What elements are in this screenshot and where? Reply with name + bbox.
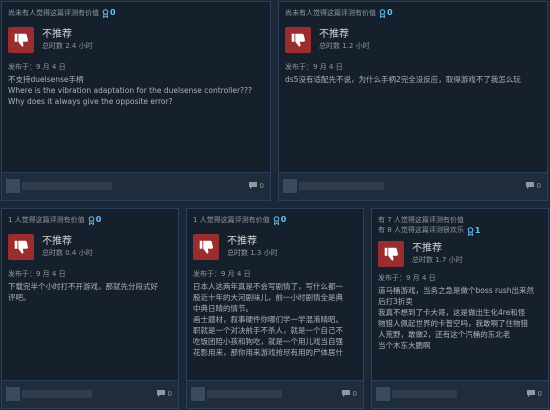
verdict-title: 不推荐 bbox=[412, 243, 442, 254]
username-blurred[interactable] bbox=[207, 390, 282, 398]
award-button[interactable]: 0 bbox=[88, 215, 101, 225]
helpful-count: 1 人觉得这篇评测有价值 0 bbox=[193, 215, 287, 225]
text-fade bbox=[372, 364, 548, 380]
comment-icon bbox=[341, 390, 350, 397]
avatar[interactable] bbox=[6, 179, 20, 193]
username-blurred[interactable] bbox=[299, 182, 384, 190]
thumbs-down-icon bbox=[193, 234, 219, 260]
review-verdict[interactable]: 不推荐 总时数 1.7 小时 bbox=[378, 241, 542, 267]
comment-icon bbox=[526, 390, 535, 397]
text-fade bbox=[187, 364, 363, 380]
award-button[interactable]: 0 bbox=[102, 8, 116, 18]
helpful-count: 尚未有人觉得这篇评测有价值 0 bbox=[8, 8, 116, 18]
award-button[interactable]: 0 bbox=[273, 215, 286, 225]
posted-date: 发布于：9 月 4 日 bbox=[8, 63, 66, 71]
review-verdict[interactable]: 不推荐 总时数 1.3 小时 bbox=[193, 234, 357, 260]
username-blurred[interactable] bbox=[392, 390, 457, 398]
verdict-title: 不推荐 bbox=[227, 236, 257, 247]
award-icon bbox=[467, 226, 474, 236]
username-blurred[interactable] bbox=[22, 390, 92, 398]
comment-count[interactable]: 0 bbox=[526, 389, 542, 398]
playtime-hours: 总时数 1.2 小时 bbox=[319, 42, 370, 50]
review-card: 1 人觉得这篇评测有价值 0 不推荐 总时数 0.4 小时 发布于：9 月 4 … bbox=[1, 208, 179, 409]
review-footer: 0 bbox=[372, 380, 548, 408]
comment-icon bbox=[156, 390, 165, 397]
review-verdict[interactable]: 不推荐 总时数 0.4 小时 bbox=[8, 234, 172, 260]
posted-date: 发布于：9 月 4 日 bbox=[285, 63, 343, 71]
helpful-count: 1 人觉得这篇评测有价值 0 bbox=[8, 215, 102, 225]
review-verdict[interactable]: 不推荐 总时数 1.2 小时 bbox=[285, 27, 541, 53]
posted-date: 发布于：9 月 4 日 bbox=[378, 274, 436, 282]
review-footer: 0 bbox=[2, 380, 178, 408]
award-button[interactable]: 1 bbox=[467, 226, 480, 236]
thumbs-down-icon bbox=[285, 27, 311, 53]
posted-date: 发布于：9 月 4 日 bbox=[8, 270, 66, 278]
playtime-hours: 总时数 0.4 小时 bbox=[42, 249, 93, 257]
avatar[interactable] bbox=[6, 387, 20, 401]
avatar[interactable] bbox=[283, 179, 297, 193]
review-footer: 0 bbox=[2, 172, 270, 200]
award-icon bbox=[379, 8, 386, 18]
award-icon bbox=[102, 8, 109, 18]
award-icon bbox=[88, 215, 94, 225]
review-body: 道马桶游戏，当务之急是做个boss rush出来然 后打3折卖 我真不想到了卡大… bbox=[378, 286, 535, 350]
comment-count[interactable]: 0 bbox=[156, 389, 172, 398]
award-icon bbox=[273, 215, 279, 225]
playtime-hours: 总时数 2.4 小时 bbox=[42, 42, 93, 50]
comment-icon bbox=[248, 182, 257, 189]
helpful-count: 有 7 人觉得这篇评测有价值 有 8 人觉得这篇评测很欢乐 1 bbox=[378, 216, 481, 236]
award-button[interactable]: 0 bbox=[379, 8, 393, 18]
comment-count[interactable]: 0 bbox=[341, 389, 357, 398]
comment-icon bbox=[525, 182, 534, 189]
review-footer: 0 bbox=[279, 172, 547, 200]
review-card: 尚未有人觉得这篇评测有价值 0 不推荐 总时数 2.4 小时 发布于：9 月 4… bbox=[1, 1, 271, 201]
comment-count[interactable]: 0 bbox=[525, 181, 541, 190]
review-card: 有 7 人觉得这篇评测有价值 有 8 人觉得这篇评测很欢乐 1 不推荐 总时数 … bbox=[371, 208, 549, 409]
avatar[interactable] bbox=[191, 387, 205, 401]
review-card: 尚未有人觉得这篇评测有价值 0 不推荐 总时数 1.2 小时 发布于：9 月 4… bbox=[278, 1, 548, 201]
verdict-title: 不推荐 bbox=[42, 29, 72, 40]
review-body: 日本人这两年真是不会写剧情了，写什么都一 股近十年的大河剧味儿，前一小时剧情全是… bbox=[193, 282, 343, 357]
username-blurred[interactable] bbox=[22, 182, 112, 190]
review-body: 下载完半个小时打不开游戏，那就先分段式好 评吧。 bbox=[8, 282, 158, 302]
review-body: ds5没有适配先不说，为什么手柄2完全没反应，取得游戏不了我怎么玩 bbox=[285, 75, 521, 84]
playtime-hours: 总时数 1.3 小时 bbox=[227, 249, 278, 257]
thumbs-down-icon bbox=[378, 241, 404, 267]
review-body: 不支持duelsense手柄 Where is the vibration ad… bbox=[8, 75, 252, 106]
review-verdict[interactable]: 不推荐 总时数 2.4 小时 bbox=[8, 27, 264, 53]
thumbs-down-icon bbox=[8, 27, 34, 53]
playtime-hours: 总时数 1.7 小时 bbox=[412, 256, 463, 264]
posted-date: 发布于：9 月 4 日 bbox=[193, 270, 251, 278]
helpful-count: 尚未有人觉得这篇评测有价值 0 bbox=[285, 8, 393, 18]
review-card: 1 人觉得这篇评测有价值 0 不推荐 总时数 1.3 小时 发布于：9 月 4 … bbox=[186, 208, 364, 409]
avatar[interactable] bbox=[376, 387, 390, 401]
thumbs-down-icon bbox=[8, 234, 34, 260]
verdict-title: 不推荐 bbox=[42, 236, 72, 247]
review-footer: 0 bbox=[187, 380, 363, 408]
verdict-title: 不推荐 bbox=[319, 29, 349, 40]
comment-count[interactable]: 0 bbox=[248, 181, 264, 190]
